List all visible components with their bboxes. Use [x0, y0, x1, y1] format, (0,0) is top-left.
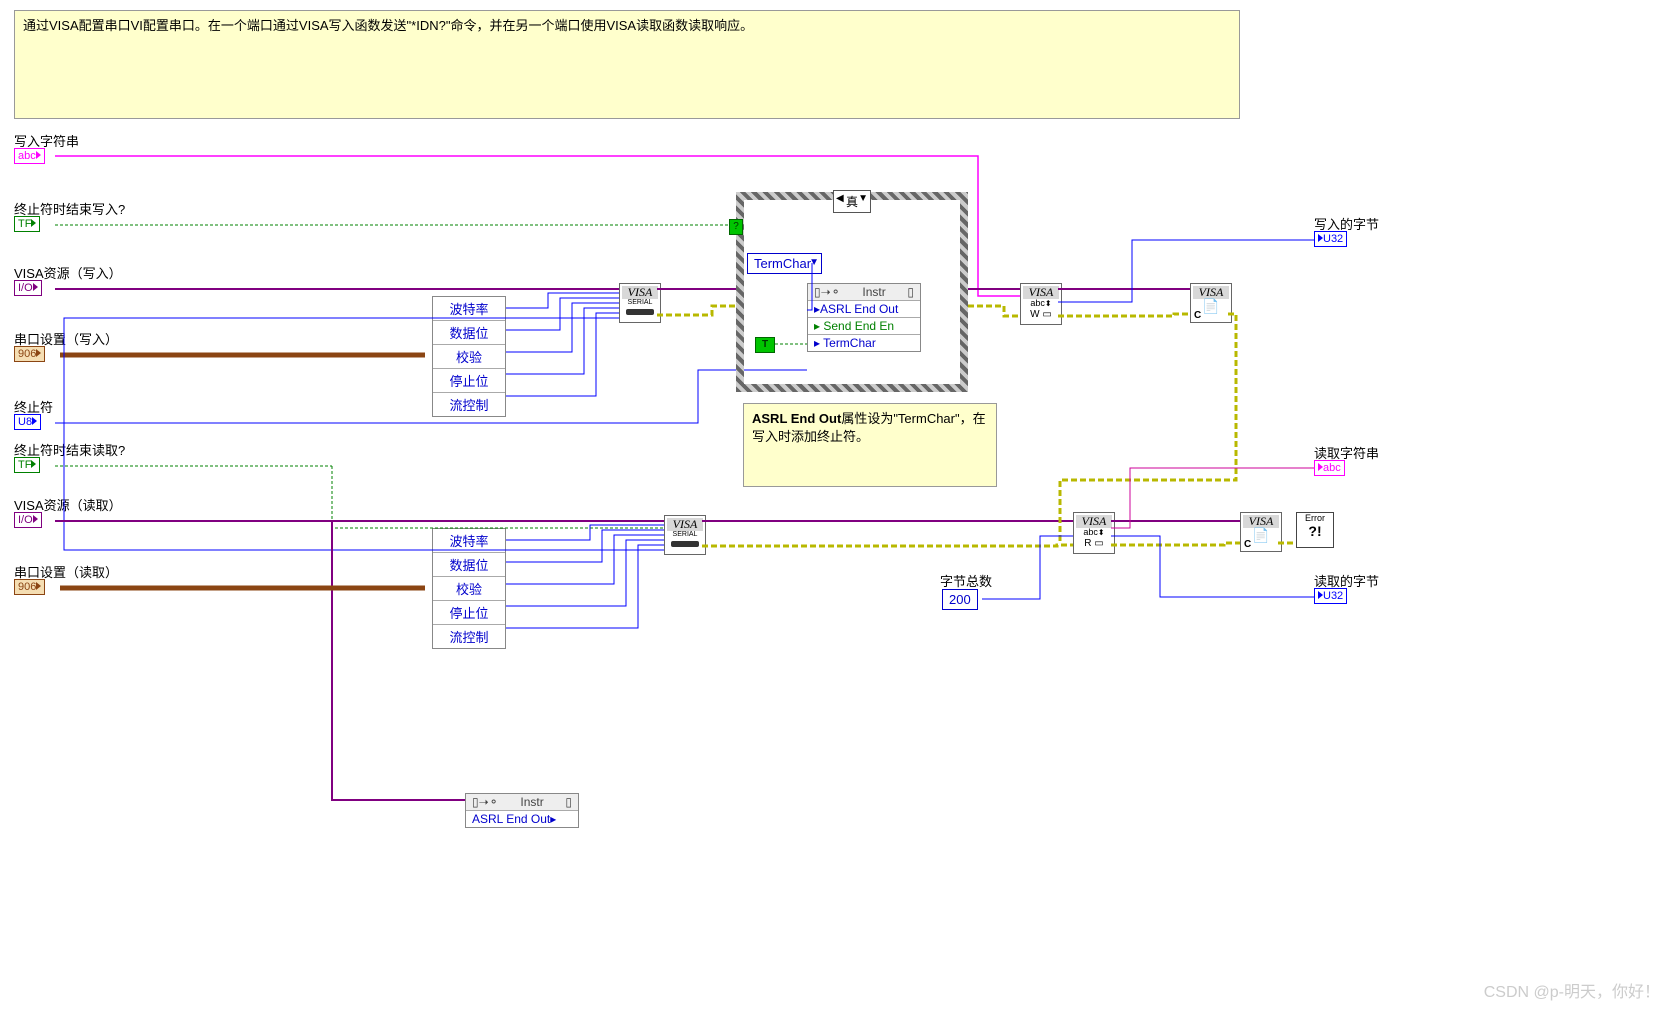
term-char-terminal[interactable]: U8: [14, 414, 41, 430]
unbundle-item[interactable]: 数据位: [433, 321, 505, 345]
visa-serial-read-node[interactable]: VISA SERIAL: [664, 515, 706, 555]
port-read-terminal[interactable]: 906: [14, 579, 45, 595]
visa-read-terminal[interactable]: I/O: [14, 512, 42, 528]
unbundle-read[interactable]: 波特率数据位校验停止位流控制: [432, 528, 506, 649]
case-selector-terminal: ?: [729, 219, 743, 235]
unbundle-item[interactable]: 波特率: [433, 529, 505, 553]
visa-close-read-node[interactable]: VISA 📄 C: [1240, 512, 1282, 552]
description-text: 通过VISA配置串口VI配置串口。在一个端口通过VISA写入函数发送"*IDN?…: [23, 18, 753, 33]
unbundle-item[interactable]: 流控制: [433, 393, 505, 416]
prop2-asrl-end-out[interactable]: ASRL End Out▸: [466, 811, 578, 827]
description-comment: 通过VISA配置串口VI配置串口。在一个端口通过VISA写入函数发送"*IDN?…: [14, 10, 1240, 119]
unbundle-item[interactable]: 波特率: [433, 297, 505, 321]
property-node-read[interactable]: ▯➝⚬Instr▯ ASRL End Out▸: [465, 793, 579, 828]
prop-send-end-en[interactable]: ▸ Send End En: [808, 318, 920, 335]
visa-write-terminal[interactable]: I/O: [14, 280, 42, 296]
end-read-terminal[interactable]: TF: [14, 457, 40, 473]
read-string-indicator[interactable]: abc: [1314, 460, 1345, 476]
unbundle-item[interactable]: 停止位: [433, 369, 505, 393]
prop-asrl-end-out[interactable]: ▸ASRL End Out: [808, 301, 920, 318]
unbundle-write[interactable]: 波特率数据位校验停止位流控制: [432, 296, 506, 417]
visa-read-node[interactable]: VISA abc⬍ R ▭: [1073, 512, 1115, 554]
unbundle-item[interactable]: 停止位: [433, 601, 505, 625]
bytes-read-indicator[interactable]: U32: [1314, 588, 1347, 604]
end-write-terminal[interactable]: TF: [14, 216, 40, 232]
bytes-written-indicator[interactable]: U32: [1314, 231, 1347, 247]
property-node-write[interactable]: ▯➝⚬Instr▯ ▸ASRL End Out ▸ Send End En ▸ …: [807, 283, 921, 352]
error-handler-node[interactable]: Error ?!: [1296, 512, 1334, 548]
byte-total-constant[interactable]: 200: [942, 589, 978, 610]
visa-serial-write-node[interactable]: VISA SERIAL: [619, 283, 661, 323]
unbundle-item[interactable]: 数据位: [433, 553, 505, 577]
asrl-note: ASRL End Out属性设为"TermChar"，在写入时添加终止符。: [743, 403, 997, 487]
unbundle-item[interactable]: 流控制: [433, 625, 505, 648]
watermark: CSDN @p-明天，你好！: [1484, 978, 1660, 1002]
port-write-terminal[interactable]: 906: [14, 346, 45, 362]
visa-write-node[interactable]: VISA abc⬍ W ▭: [1020, 283, 1062, 325]
unbundle-item[interactable]: 校验: [433, 577, 505, 601]
visa-close-write-node[interactable]: VISA 📄 C: [1190, 283, 1232, 323]
unbundle-item[interactable]: 校验: [433, 345, 505, 369]
bool-true-constant[interactable]: T: [755, 337, 775, 353]
write-string-terminal[interactable]: abc: [14, 148, 45, 164]
case-selector[interactable]: 真: [833, 190, 871, 213]
termchar-ring[interactable]: TermChar: [747, 253, 822, 274]
prop-termchar[interactable]: ▸ TermChar: [808, 335, 920, 351]
byte-total-label: 字节总数: [940, 571, 992, 590]
